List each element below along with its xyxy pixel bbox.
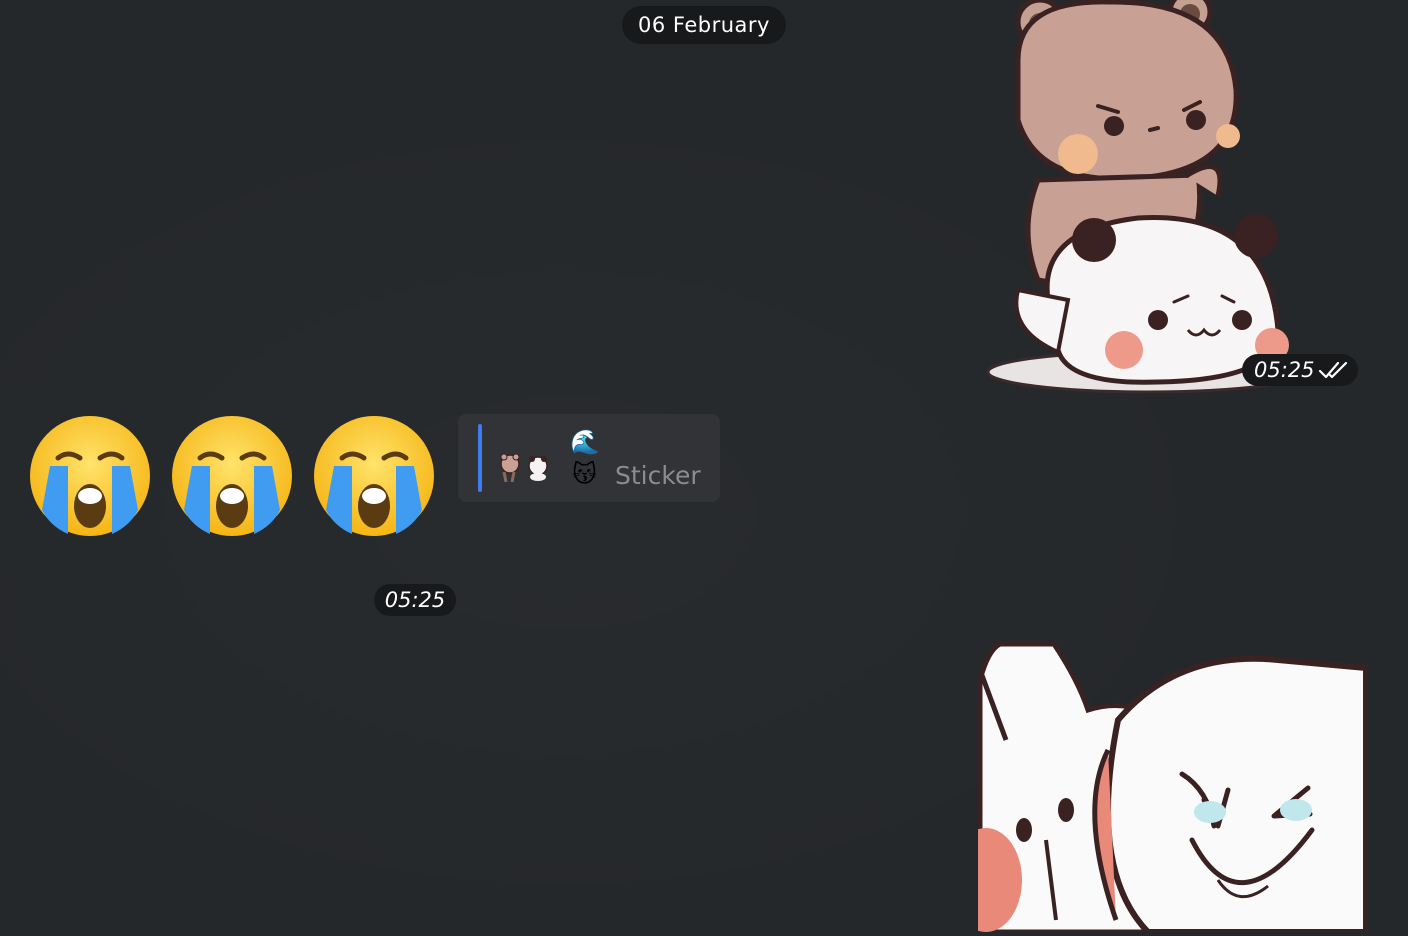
reply-label: Sticker — [615, 461, 701, 490]
loudly-crying-face-icon — [172, 416, 292, 536]
sticker-message-bear-panda[interactable] — [978, 0, 1310, 400]
kissing-cat-emoji: 😽 — [572, 460, 598, 488]
loudly-crying-face-icon — [314, 416, 434, 536]
double-check-icon — [1318, 361, 1348, 379]
bear-hugging-panda-sticker — [986, 0, 1310, 394]
reply-preview[interactable]: 🌊 😽 Sticker — [458, 414, 720, 502]
wave-emoji: 🌊 — [570, 428, 600, 456]
panda-laughing-sticker — [950, 641, 1369, 935]
bear-panda-sticker-thumbnail — [500, 453, 548, 482]
sticker-message-panda[interactable] — [950, 640, 1369, 935]
message-time: 05:25 — [1254, 358, 1315, 382]
date-separator: 06 February — [622, 6, 786, 44]
message-timestamp-incoming: 05:25 — [374, 584, 456, 616]
reply-accent-bar — [478, 424, 482, 492]
message-timestamp-outgoing: 05:25 — [1242, 354, 1358, 386]
loudly-crying-face-icon — [30, 416, 150, 536]
